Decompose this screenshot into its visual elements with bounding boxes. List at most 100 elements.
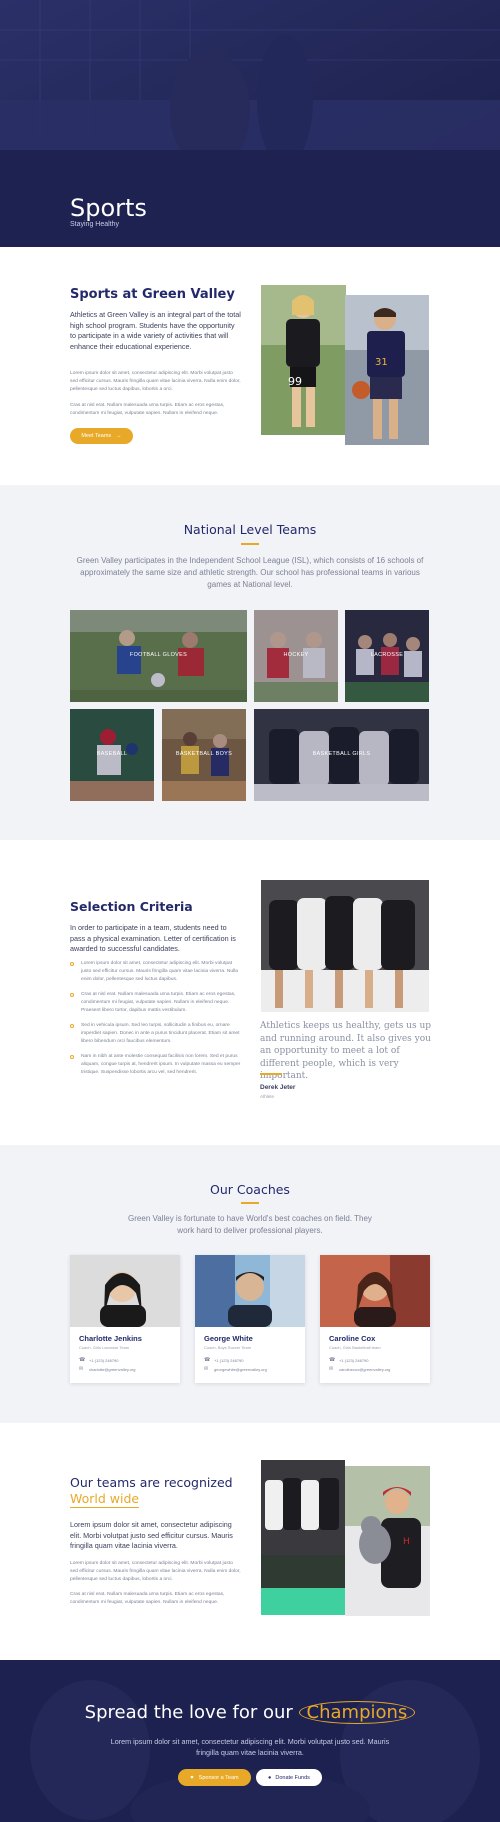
team-tile-label: HOCKEY [283, 652, 309, 658]
selection-section: Selection Criteria In order to participa… [0, 840, 500, 1145]
selection-title: Selection Criteria [70, 899, 193, 914]
coach-phone-row: ☎ +1 (123) 246790 [79, 1357, 119, 1364]
cta-title-prefix: Spread the love for our [84, 1702, 293, 1723]
cta-footer: Spread the love for our Champions Lorem … [0, 1660, 500, 1822]
donate-icon: ● [268, 1774, 272, 1781]
coach-phone-row: ☎ +1 (123) 246790 [204, 1357, 244, 1364]
coach-photo [195, 1255, 305, 1327]
coach-role: Coach, Boys Soccer Team [204, 1345, 252, 1350]
recognition-title-highlight: World wide [70, 1491, 140, 1508]
phone-icon: ☎ [329, 1357, 336, 1363]
email-icon: ✉ [79, 1366, 84, 1372]
intro-section: Sports at Green Valley Athletics at Gree… [0, 247, 500, 485]
sponsor-team-button[interactable]: ♥ Sponsor a Team [178, 1769, 251, 1786]
list-item: Nam in nibh at ante molestie consequat f… [70, 1053, 242, 1077]
teams-section: National Level Teams Green Valley partic… [0, 485, 500, 840]
heart-icon: ♥ [190, 1774, 194, 1781]
coach-role: Coach, Girls Lacrosse Team [79, 1345, 130, 1350]
quote-author: Derek Jeter [260, 1084, 296, 1091]
team-huddle-photo [261, 880, 429, 1012]
intro-title: Sports at Green Valley [70, 287, 235, 302]
team-tile-basketball-girls[interactable]: BASKETBALL GIRLS [254, 709, 429, 801]
team-tile-label: BASEBALL [96, 751, 128, 757]
selection-bullet-list: Lorem ipsum dolor sit amet, consectetur … [70, 960, 242, 1084]
cta-description: Lorem ipsum dolor sit amet, consectetur … [110, 1737, 390, 1757]
coach-name: Caroline Cox [329, 1334, 376, 1343]
bullet-circle-icon [70, 1024, 74, 1028]
coach-name: Charlotte Jenkins [79, 1334, 142, 1343]
coach-name: George White [204, 1334, 253, 1343]
coaches-section: Our Coaches Green Valley is fortunate to… [0, 1145, 500, 1423]
list-item: Lorem ipsum dolor sit amet, consectetur … [70, 960, 242, 984]
bullet-circle-icon [70, 1055, 74, 1059]
coach-email[interactable]: charlotte@greenvalley.org [89, 1367, 135, 1372]
recognition-section: Our teams are recognized World wide Lore… [0, 1423, 500, 1660]
hero-banner: Sports Staying Healthy [0, 0, 500, 247]
arrow-right-icon: → [116, 433, 122, 439]
cta-title: Spread the love for our Champions [0, 1701, 500, 1724]
quote-divider [260, 1073, 282, 1075]
coach-photo [320, 1255, 430, 1327]
email-icon: ✉ [329, 1366, 334, 1372]
athlete-quote: Athletics keeps us healthy, gets us up a… [260, 1021, 432, 1081]
coach-phone: +1 (123) 246790 [89, 1358, 119, 1363]
list-item: Cras at nisl erat. Nullam malesuada urna… [70, 991, 242, 1015]
recognition-lead: Lorem ipsum dolor sit amet, consectetur … [70, 1520, 233, 1550]
coach-card[interactable]: Caroline Cox Coach, Girls Basketball tea… [320, 1255, 430, 1383]
team-tile-football[interactable]: FOOTBALL GLOVES [70, 610, 247, 702]
team-tile-lacrosse[interactable]: LACROSSE [345, 610, 429, 702]
teams-title-underline [241, 543, 259, 545]
coach-email[interactable]: carolinecox@greenvalley.org [339, 1367, 390, 1372]
donate-funds-label: Donate Funds [275, 1774, 310, 1781]
recognition-paragraph-2: Cras at nisl erat. Nullam malesuada urna… [70, 1592, 225, 1605]
selection-lead: In order to participate in a team, stude… [70, 923, 236, 953]
recognition-paragraph-1: Lorem ipsum dolor sit amet, consectetur … [70, 1561, 241, 1582]
coach-email[interactable]: georgewhite@greenvalley.org [214, 1367, 267, 1372]
coaches-description: Green Valley is fortunate to have World'… [128, 1214, 372, 1235]
team-tile-label: LACROSSE [370, 652, 404, 658]
coaches-title-underline [241, 1202, 259, 1204]
team-tile-hockey[interactable]: HOCKEY [254, 610, 338, 702]
donate-funds-button[interactable]: ● Donate Funds [256, 1769, 322, 1786]
svg-text:99: 99 [288, 375, 302, 388]
page-subtitle: Staying Healthy [70, 221, 120, 228]
coach-email-row[interactable]: ✉ georgewhite@greenvalley.org [204, 1366, 267, 1373]
quote-author-role: Athlete [260, 1094, 275, 1099]
team-tile-label: FOOTBALL GLOVES [129, 652, 188, 658]
coach-with-dog-photo: H [345, 1466, 430, 1616]
bullet-circle-icon [70, 993, 74, 997]
svg-text:31: 31 [375, 357, 388, 368]
phone-icon: ☎ [79, 1357, 86, 1363]
bullet-circle-icon [70, 962, 74, 966]
coach-card[interactable]: Charlotte Jenkins Coach, Girls Lacrosse … [70, 1255, 180, 1383]
teams-title: National Level Teams [183, 522, 317, 537]
intro-paragraph-1: Lorem ipsum dolor sit amet, consectetur … [70, 371, 241, 392]
coach-card[interactable]: George White Coach, Boys Soccer Team ☎ +… [195, 1255, 305, 1383]
meet-teams-button[interactable]: Meet Teams → [70, 428, 133, 444]
coach-phone: +1 (123) 246790 [214, 1358, 244, 1363]
recognition-title-line1: Our teams are recognized [70, 1475, 233, 1490]
teams-description: Green Valley participates in the Indepen… [76, 556, 424, 589]
coach-role: Coach, Girls Basketball team [329, 1345, 381, 1350]
player-photo-boy: 31 [345, 295, 429, 445]
intro-lead: Athletics at Green Valley is an integral… [70, 310, 241, 351]
svg-text:H: H [403, 1537, 410, 1547]
email-icon: ✉ [204, 1366, 209, 1372]
player-photo-girl: 99 [261, 285, 346, 435]
list-item: Sed in vehicula ipsum. Sed leo turpis, s… [70, 1022, 242, 1046]
team-tile-baseball[interactable]: BASEBALL [70, 709, 154, 801]
cta-title-highlight: Champions [298, 1701, 416, 1724]
team-tile-label: BASKETBALL GIRLS [312, 751, 371, 757]
meet-teams-label: Meet Teams [81, 433, 112, 439]
phone-icon: ☎ [204, 1357, 211, 1363]
team-tile-label: BASKETBALL BOYS [175, 751, 233, 757]
page-title: Sports [70, 194, 147, 222]
coach-phone: +1 (123) 246790 [339, 1358, 369, 1363]
coach-email-row[interactable]: ✉ carolinecox@greenvalley.org [329, 1366, 390, 1373]
intro-paragraph-2: Cras at nisl erat. Nullam malesuada urna… [70, 403, 225, 416]
coach-phone-row: ☎ +1 (123) 246790 [329, 1357, 369, 1364]
celebration-team-photo [261, 1460, 345, 1615]
team-tile-basketball-boys[interactable]: BASKETBALL BOYS [162, 709, 246, 801]
coach-email-row[interactable]: ✉ charlotte@greenvalley.org [79, 1366, 135, 1373]
coaches-title: Our Coaches [210, 1182, 290, 1197]
